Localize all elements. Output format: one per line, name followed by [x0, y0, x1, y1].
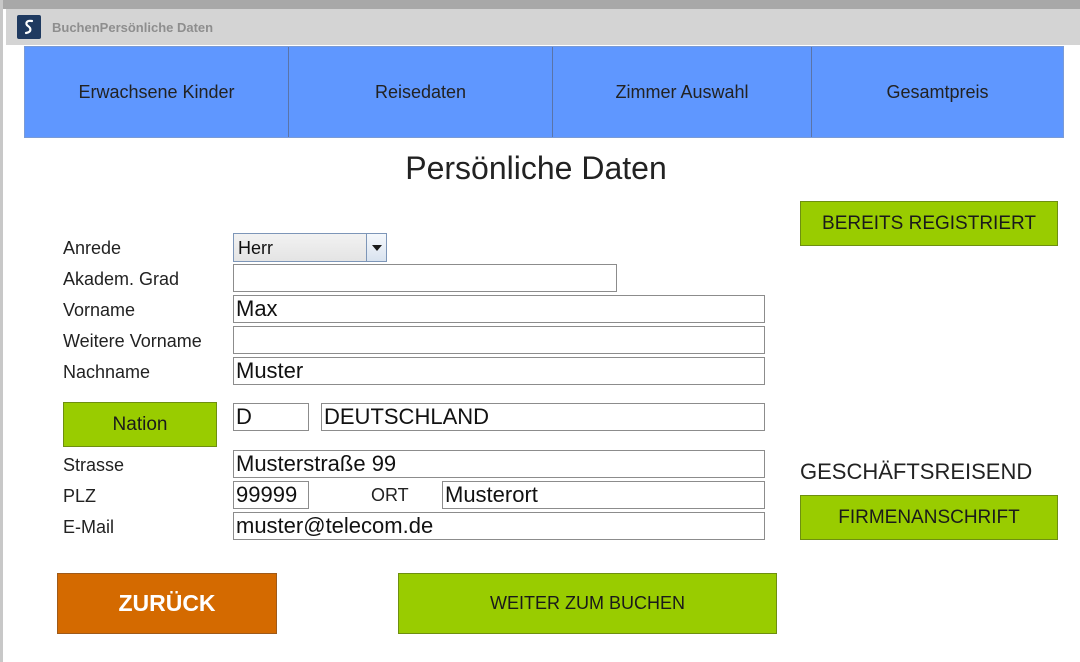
ort-field[interactable]: Musterort — [442, 481, 765, 509]
back-button[interactable]: ZURÜCK — [57, 573, 277, 634]
nachname-field[interactable]: Muster — [233, 357, 765, 385]
ort-label: ORT — [371, 485, 409, 505]
vorname-label: Vorname — [63, 300, 136, 320]
weitere-vorname-label: Weitere Vorname — [63, 331, 202, 351]
vorname-field[interactable]: Max — [233, 295, 765, 323]
app-logo-icon — [17, 15, 41, 39]
nation-code-field[interactable]: D — [233, 403, 309, 431]
nation-button[interactable]: Nation — [63, 402, 217, 447]
app-window: BuchenPersönliche Daten Erwachsene Kinde… — [0, 0, 1080, 662]
tab-gesamtpreis[interactable]: Gesamtpreis — [812, 47, 1063, 137]
anrede-label: Anrede — [63, 238, 122, 258]
tab-zimmer-auswahl[interactable]: Zimmer Auswahl — [553, 47, 812, 137]
bereits-registriert-button[interactable]: BEREITS REGISTRIERT — [800, 201, 1058, 246]
page-title: Persönliche Daten — [405, 150, 667, 186]
strasse-field[interactable]: Musterstraße 99 — [233, 450, 765, 478]
firmenanschrift-button[interactable]: FIRMENANSCHRIFT — [800, 495, 1058, 540]
window-title: BuchenPersönliche Daten — [52, 20, 214, 35]
continue-booking-button[interactable]: WEITER ZUM BUCHEN — [398, 573, 777, 634]
plz-field[interactable]: 99999 — [233, 481, 309, 509]
title-bar: BuchenPersönliche Daten — [6, 9, 1080, 45]
chevron-down-icon[interactable] — [366, 234, 386, 261]
grad-label: Akadem. Grad — [63, 269, 180, 289]
anrede-select-value: Herr — [238, 238, 273, 258]
step-tabs: Erwachsene Kinder Reisedaten Zimmer Ausw… — [24, 46, 1064, 138]
email-label: E-Mail — [63, 517, 115, 537]
email-field[interactable]: muster@telecom.de — [233, 512, 765, 540]
nation-name-field[interactable]: DEUTSCHLAND — [321, 403, 765, 431]
plz-label: PLZ — [63, 486, 97, 506]
tab-erwachsene-kinder[interactable]: Erwachsene Kinder — [25, 47, 289, 137]
anrede-select[interactable]: Herr — [233, 233, 387, 262]
tab-reisedaten[interactable]: Reisedaten — [289, 47, 553, 137]
weitere-vorname-field[interactable] — [233, 326, 765, 354]
strasse-label: Strasse — [63, 455, 125, 475]
grad-field[interactable] — [233, 264, 617, 292]
window-top-border — [3, 0, 1080, 9]
geschaeftsreisend-label: GESCHÄFTSREISEND — [800, 459, 1033, 484]
nachname-label: Nachname — [63, 362, 151, 382]
